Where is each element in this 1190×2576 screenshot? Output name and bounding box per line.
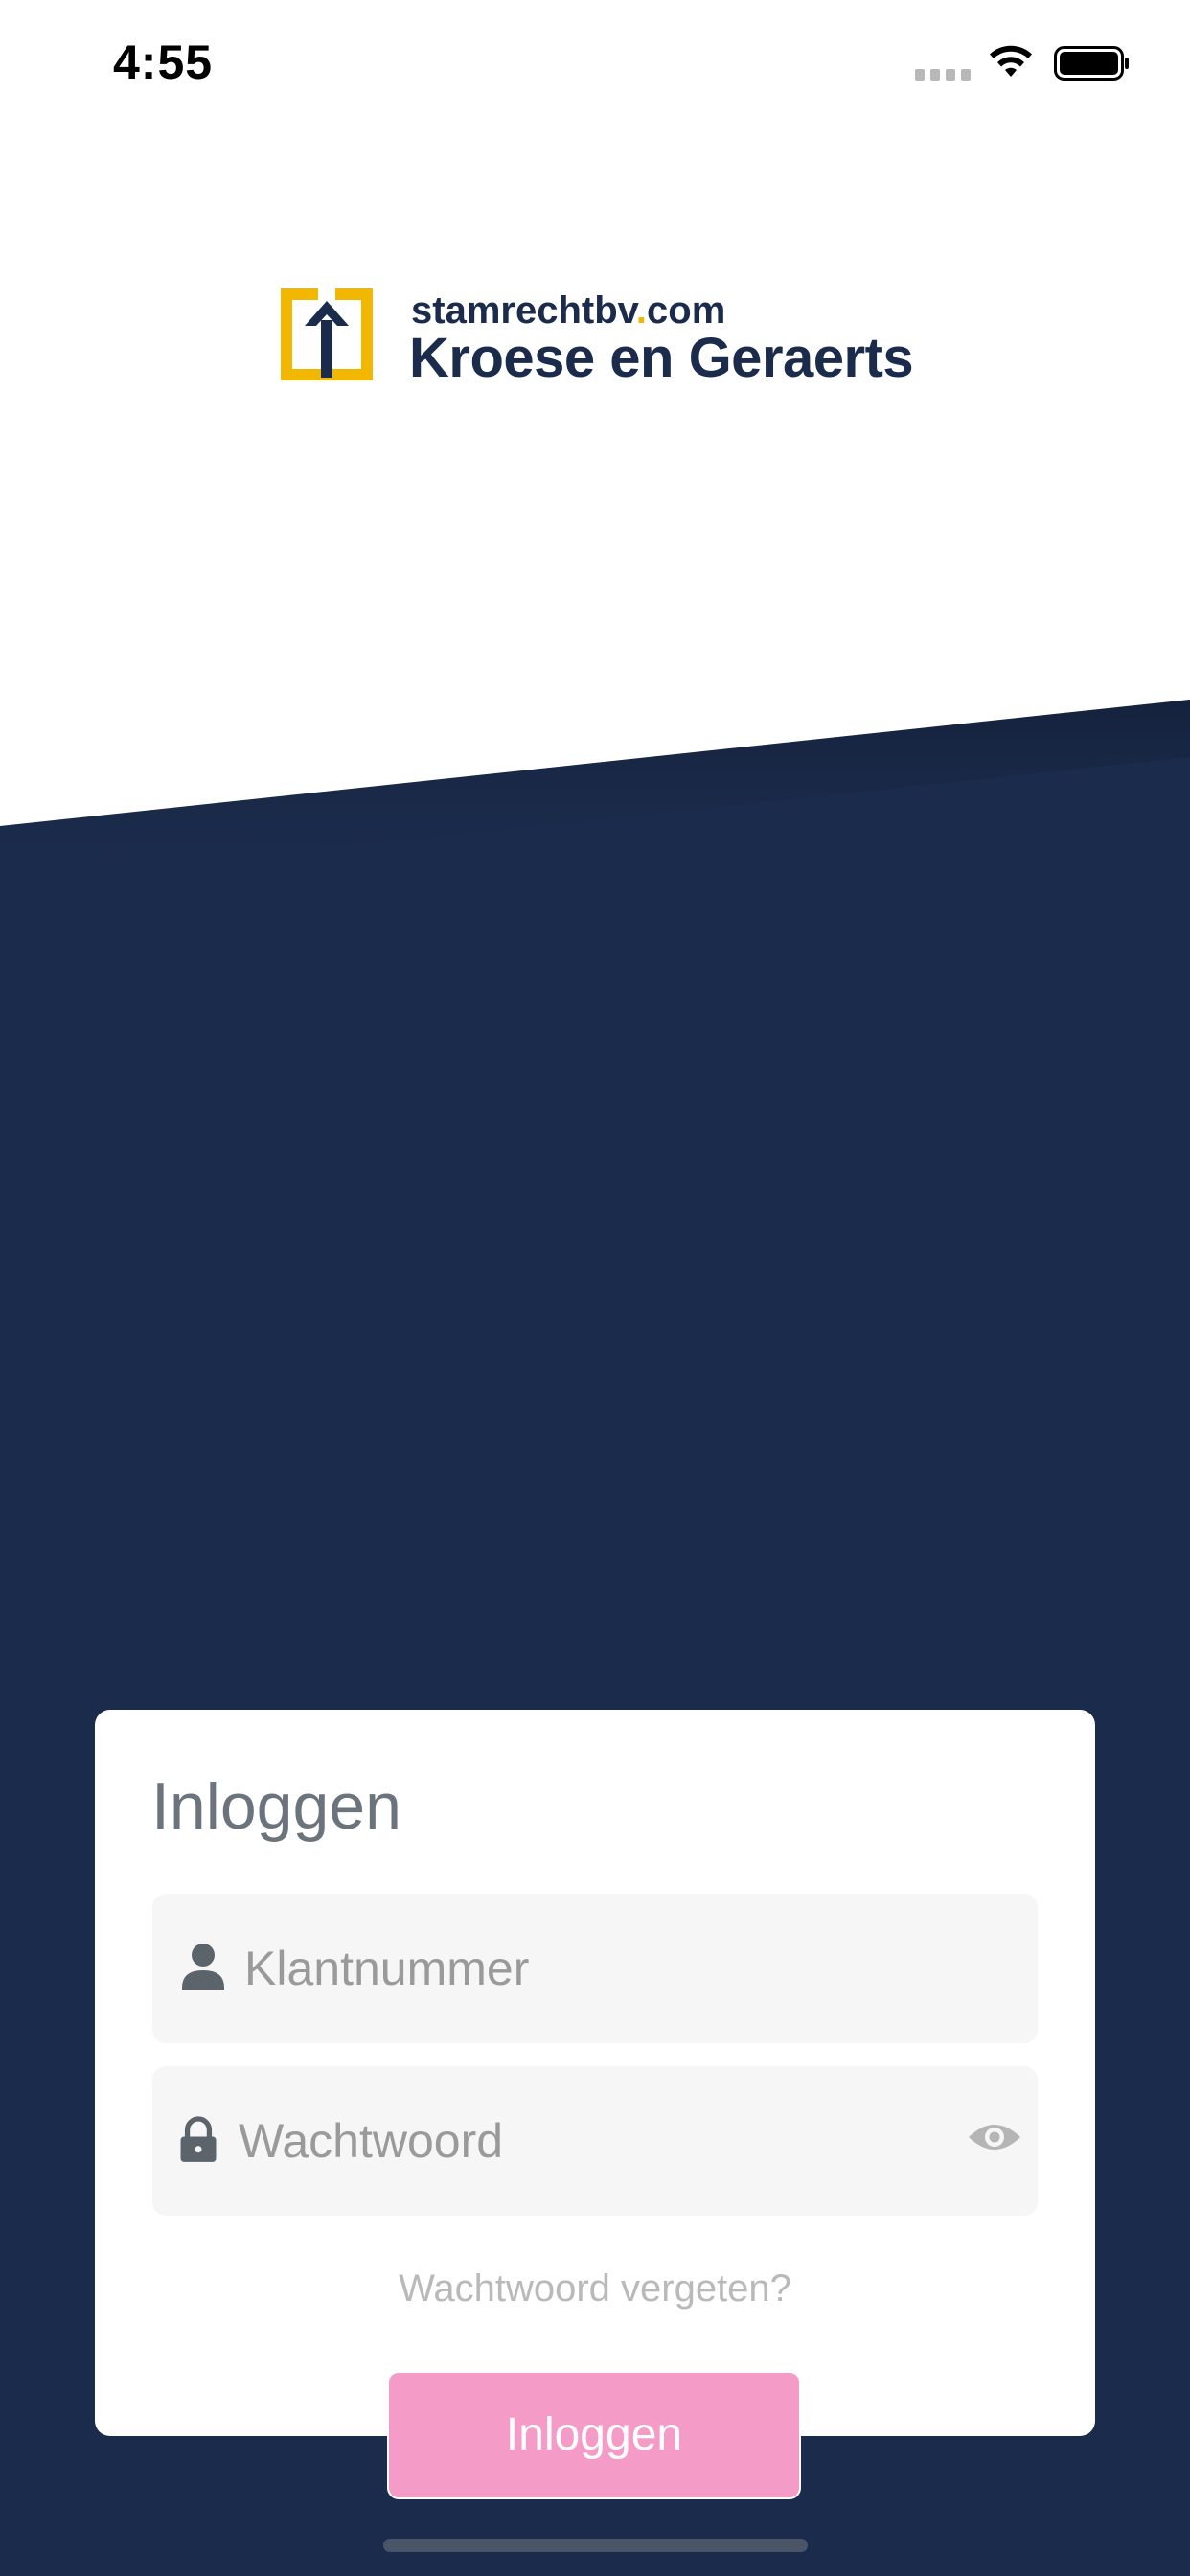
eye-icon[interactable]	[967, 2118, 1022, 2156]
user-icon	[182, 1944, 224, 1990]
cellular-signal-icon	[915, 69, 971, 80]
battery-icon	[1054, 46, 1129, 80]
password-field[interactable]	[152, 2066, 1038, 2216]
login-card: Inloggen Wachtwoord vergeten?	[95, 1710, 1095, 2436]
status-bar: 4:55	[0, 0, 1190, 134]
home-indicator[interactable]	[383, 2539, 808, 2552]
lock-icon	[180, 2116, 217, 2162]
password-input[interactable]	[239, 2066, 890, 2216]
logo-arrow-icon	[281, 288, 373, 380]
company-logo: stamrechtbv.com Kroese en Geraerts	[280, 288, 922, 389]
wifi-icon	[990, 45, 1032, 77]
login-screen: 4:55 stamrechtbv.com Kroese en Geraerts	[0, 0, 1190, 2576]
status-time: 4:55	[113, 35, 214, 89]
login-title: Inloggen	[151, 1770, 401, 1843]
username-field[interactable]	[152, 1894, 1038, 2043]
username-input[interactable]	[244, 1894, 973, 2043]
logo-company-name: Kroese en Geraerts	[409, 327, 914, 389]
forgot-password-link[interactable]: Wachtwoord vergeten?	[95, 2267, 1095, 2311]
login-button[interactable]: Inloggen	[387, 2371, 801, 2499]
